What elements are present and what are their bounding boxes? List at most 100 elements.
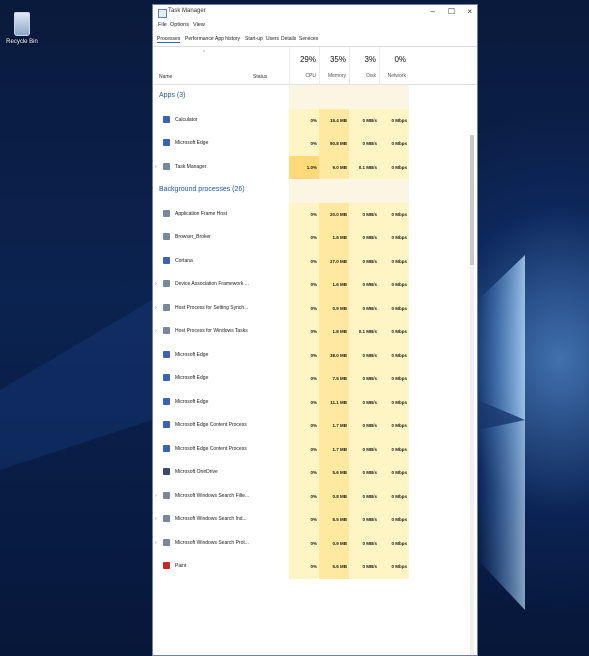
cpu-total: 29%	[299, 55, 316, 64]
column-name[interactable]: Name	[159, 74, 172, 80]
process-mem-value: 38.0 MB	[329, 352, 347, 358]
column-cpu[interactable]: 29% CPU	[289, 47, 320, 84]
tab-services[interactable]: Services	[299, 36, 318, 42]
process-cpu-value: 0%	[310, 517, 317, 522]
calculator-icon	[163, 115, 170, 123]
group-background-processes[interactable]: Background processes (26)	[153, 179, 477, 203]
minimize-button[interactable]: –	[431, 7, 435, 17]
group-background-label: Background processes (26)	[159, 186, 245, 193]
tab-bar: Processes Performance App history Start-…	[153, 31, 477, 47]
process-row[interactable]: Microsoft Edge 0% 11.1 MB 0 MB/s 0 Mbps	[153, 390, 477, 414]
edge-icon	[163, 374, 170, 381]
process-row[interactable]: Calculator 0% 15.4 MB 0 MB/s 0 Mbps	[153, 108, 477, 132]
scrollbar-thumb[interactable]	[470, 135, 474, 265]
expand-chevron-icon[interactable]: ›	[155, 516, 157, 522]
close-button[interactable]: ×	[467, 7, 472, 17]
process-net-value: 0 Mbps	[391, 517, 407, 522]
process-row[interactable]: Microsoft OneDrive 0% 5.6 MB 0 MB/s 0 Mbps	[153, 461, 477, 485]
window-title: Task Manager	[168, 8, 206, 14]
process-mem-value: 5.6 MB	[332, 470, 347, 475]
process-cpu-value: 0%	[310, 305, 317, 311]
cpu-label: CPU	[305, 73, 316, 79]
recycle-bin[interactable]: Recycle Bin	[6, 12, 38, 45]
process-mem-value: 1.7 MB	[332, 423, 347, 428]
title-bar[interactable]: Task Manager – ☐ ×	[153, 5, 477, 20]
process-net-value: 0 Mbps	[391, 282, 407, 287]
process-cpu-value: 0%	[310, 540, 317, 546]
column-disk[interactable]: 3% Disk	[349, 47, 380, 84]
expand-chevron-icon[interactable]: ›	[155, 493, 157, 499]
memory-total: 35%	[329, 55, 346, 64]
process-net-value: 0 Mbps	[391, 376, 407, 381]
process-name: Browser_Broker	[175, 234, 211, 240]
process-mem-value: 1.6 MB	[332, 235, 347, 240]
broker-icon	[163, 233, 170, 240]
process-row[interactable]: › Host Process for Windows Tasks 0% 1.8 MB 0…	[153, 320, 477, 344]
process-mem-value: 0.9 MB	[332, 540, 347, 546]
tab-users[interactable]: Users	[266, 36, 279, 42]
group-apps-label: Apps (3)	[159, 92, 186, 99]
tab-processes[interactable]: Processes	[157, 36, 181, 43]
menu-view[interactable]: View	[193, 22, 205, 28]
process-net-value: 0 Mbps	[391, 235, 407, 240]
process-disk-value: 0 MB/s	[362, 564, 377, 569]
process-cpu-value: 0%	[310, 564, 317, 569]
process-row[interactable]: › Device Association Framework ... 0% 1.6 M…	[153, 273, 477, 297]
process-net-value: 0 Mbps	[391, 399, 407, 405]
process-row[interactable]: Browser_Broker 0% 1.6 MB 0 MB/s 0 Mbps	[153, 226, 477, 250]
process-disk-value: 0 MB/s	[362, 305, 377, 311]
process-row[interactable]: › Microsoft Windows Search Prot... 0% 0.9 M…	[153, 531, 477, 555]
edge-icon	[163, 421, 170, 428]
menu-bar: File Options View	[153, 20, 477, 31]
process-disk-value: 0 MB/s	[362, 235, 377, 240]
process-row[interactable]: › Microsoft Windows Search Ind... 0% 5.5 MB…	[153, 508, 477, 532]
process-row[interactable]: Application Frame Host 0% 20.0 MB 0 MB/s 0 M…	[153, 202, 477, 226]
process-row[interactable]: Microsoft Edge 0% 38.0 MB 0 MB/s 0 Mbps	[153, 343, 477, 367]
process-disk-value: 0.1 MB/s	[358, 329, 377, 334]
group-apps[interactable]: Apps (3)	[153, 85, 477, 109]
search-protocol-icon	[163, 538, 170, 546]
column-header: ^ Name Status 29% CPU 35% Memory 3% Disk…	[153, 47, 477, 85]
expand-chevron-icon[interactable]: ›	[155, 164, 157, 170]
expand-chevron-icon[interactable]: ›	[155, 305, 157, 311]
process-cpu-value: 0%	[310, 141, 317, 146]
expand-chevron-icon[interactable]: ›	[155, 281, 157, 287]
process-net-value: 0 Mbps	[391, 352, 407, 358]
process-mem-value: 0.8 MB	[332, 493, 347, 499]
process-net-value: 0 Mbps	[391, 470, 407, 475]
menu-options[interactable]: Options	[170, 22, 189, 28]
expand-chevron-icon[interactable]: ›	[155, 328, 157, 334]
edge-icon	[163, 350, 170, 358]
vertical-scrollbar[interactable]	[470, 135, 474, 655]
sort-chevron-icon[interactable]: ^	[203, 50, 205, 56]
process-disk-value: 0 MB/s	[362, 423, 377, 428]
process-row[interactable]: › Microsoft Windows Search Filte... 0% 0.8 …	[153, 484, 477, 508]
recycle-bin-icon	[14, 12, 30, 36]
process-row[interactable]: Microsoft Edge Content Process 0% 1.7 MB 0 …	[153, 414, 477, 438]
process-net-value: 0 Mbps	[391, 564, 407, 569]
process-disk-value: 0 MB/s	[362, 258, 377, 264]
process-row[interactable]: Cortana 0% 27.0 MB 0 MB/s 0 Mbps	[153, 249, 477, 273]
tab-app-history[interactable]: App history	[215, 36, 240, 42]
expand-chevron-icon[interactable]: ›	[155, 540, 157, 546]
tab-performance[interactable]: Performance	[185, 36, 214, 42]
column-status[interactable]: Status	[253, 74, 267, 80]
recycle-bin-label: Recycle Bin	[6, 39, 38, 45]
process-row[interactable]: Microsoft Edge 0% 7.5 MB 0 MB/s 0 Mbps	[153, 367, 477, 391]
maximize-button[interactable]: ☐	[448, 7, 455, 17]
tab-details[interactable]: Details	[281, 36, 296, 42]
process-row[interactable]: › Task Manager 1.0% 9.0 MB 0.1 MB/s 0 Mbps	[153, 155, 477, 179]
process-row[interactable]: Paint 0% 5.6 MB 0 MB/s 0 Mbps	[153, 555, 477, 579]
process-row[interactable]: Microsoft Edge Content Process 0% 1.7 MB 0 …	[153, 437, 477, 461]
process-mem-value: 27.0 MB	[329, 258, 347, 264]
process-mem-value: 11.1 MB	[330, 399, 347, 405]
tab-startup[interactable]: Start-up	[245, 36, 263, 42]
process-name: Microsoft Edge	[175, 140, 209, 146]
process-net-value: 0 Mbps	[391, 164, 407, 170]
menu-file[interactable]: File	[158, 22, 167, 28]
process-disk-value: 0 MB/s	[362, 376, 377, 381]
process-row[interactable]: Microsoft Edge 0% 90.8 MB 0 MB/s 0 Mbps	[153, 132, 477, 156]
column-memory[interactable]: 35% Memory	[319, 47, 350, 84]
process-row[interactable]: › Host Process for Setting Synch... 0% 0.9 …	[153, 296, 477, 320]
column-network[interactable]: 0% Network	[379, 47, 410, 84]
